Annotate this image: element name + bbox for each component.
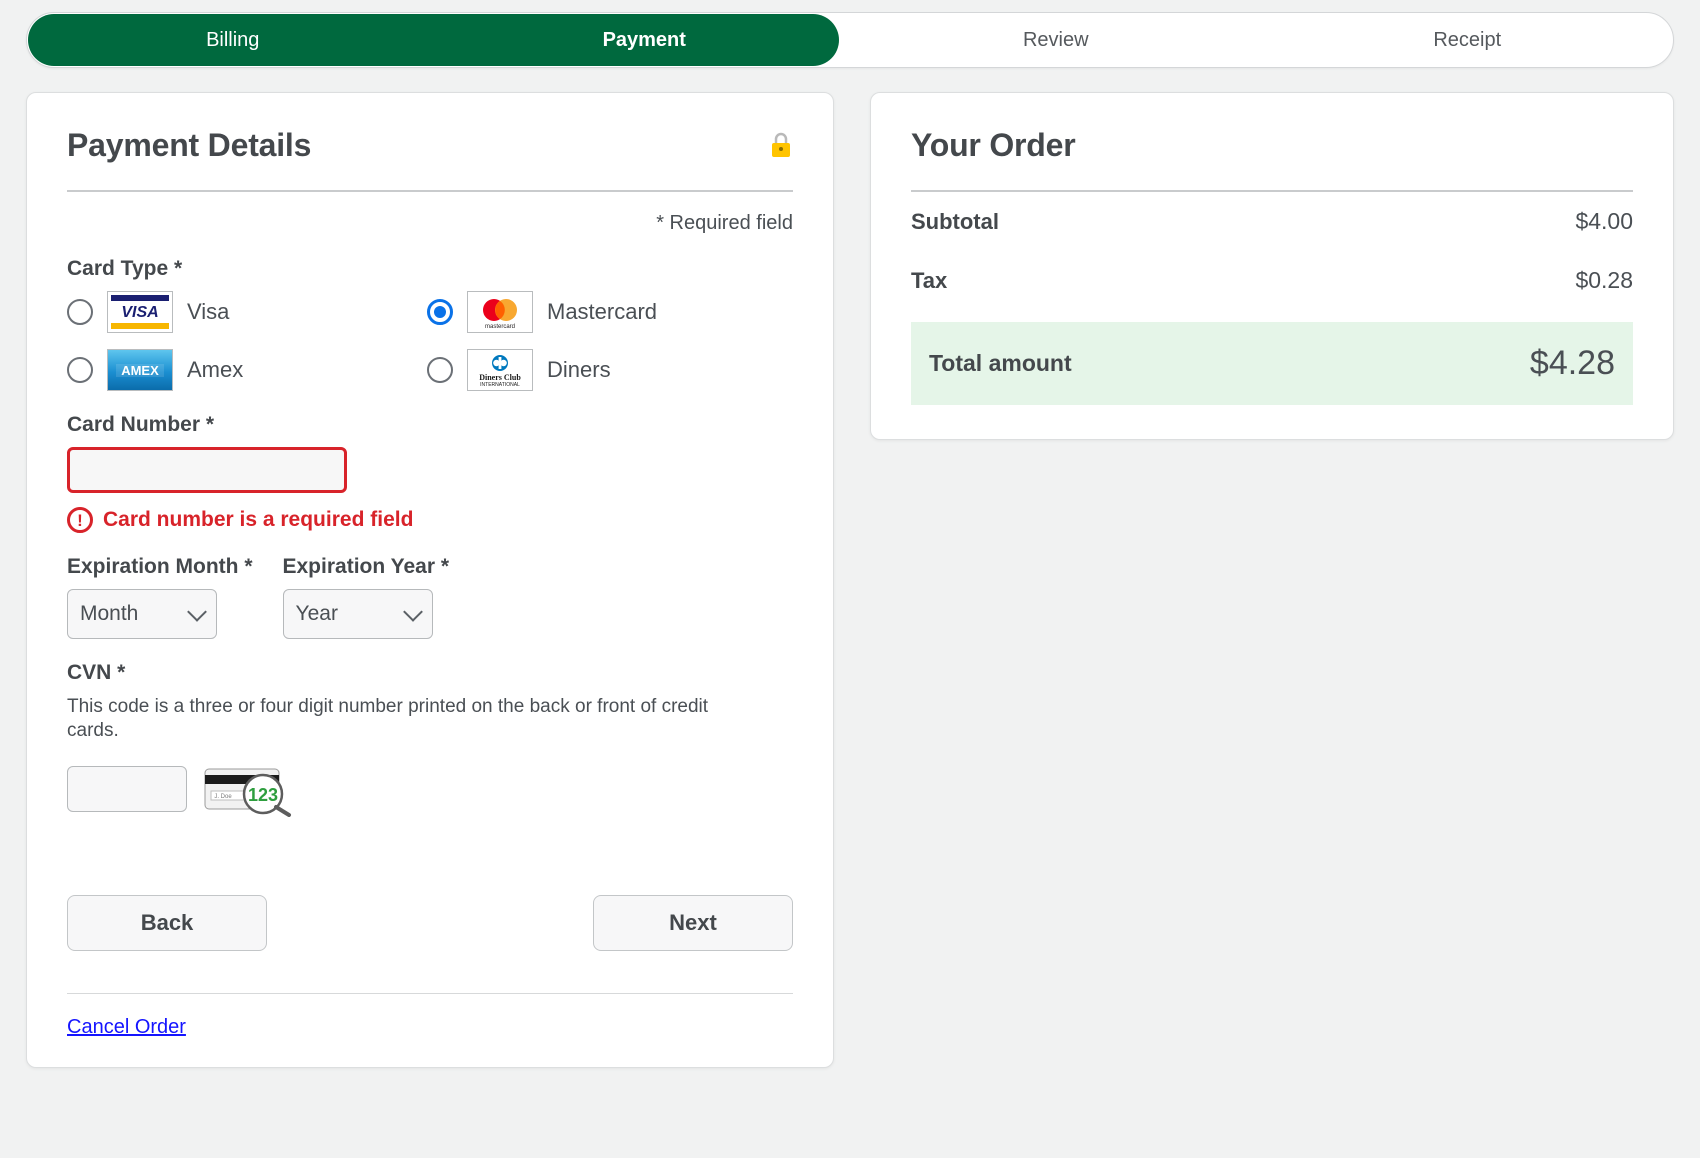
- visa-logo: VISA: [107, 291, 173, 333]
- cvn-row: J. Doe 123: [67, 761, 793, 817]
- cvn-card-hint-icon: J. Doe 123: [201, 761, 297, 817]
- svg-text:AMEX: AMEX: [121, 363, 159, 378]
- step-payment[interactable]: Payment: [439, 13, 851, 67]
- checkout-steps: Billing Payment Review Receipt: [26, 12, 1674, 68]
- diners-logo: Diners Club INTERNATIONAL: [467, 349, 533, 391]
- back-button[interactable]: Back: [67, 894, 267, 951]
- tax-value: $0.28: [1575, 267, 1633, 293]
- cancel-order-link[interactable]: Cancel Order: [67, 1016, 186, 1038]
- expiration-year-label: Expiration Year *: [282, 555, 450, 578]
- payment-details-card: Payment Details * Required field Card Ty…: [26, 92, 834, 1068]
- card-type-option-diners[interactable]: Diners Club INTERNATIONAL Diners: [427, 349, 793, 391]
- form-buttons: Back Next: [67, 894, 793, 951]
- card-number-error-text: Card number is a required field: [103, 508, 414, 531]
- header-divider: [67, 190, 793, 192]
- radio-visa[interactable]: [67, 299, 93, 325]
- card-type-option-mastercard[interactable]: mastercard Mastercard: [427, 291, 793, 333]
- card-type-label-mastercard: Mastercard: [547, 299, 658, 324]
- cvn-input[interactable]: [67, 765, 187, 812]
- payment-card-header: Payment Details: [67, 127, 793, 164]
- card-type-label-visa: Visa: [187, 299, 230, 324]
- card-number-error: ! Card number is a required field: [67, 507, 793, 533]
- page-title: Payment Details: [67, 127, 312, 163]
- radio-amex[interactable]: [67, 357, 93, 383]
- order-row-subtotal: Subtotal $4.00: [911, 192, 1633, 251]
- card-type-group: VISA Visa mastercard Mastercard AMEX Ame…: [67, 291, 793, 391]
- expiration-month-select[interactable]: Month: [67, 589, 217, 639]
- svg-text:J. Doe: J. Doe: [214, 794, 232, 800]
- subtotal-label: Subtotal: [910, 208, 999, 234]
- chevron-down-icon: [187, 602, 207, 622]
- card-type-option-amex[interactable]: AMEX Amex: [67, 349, 427, 391]
- card-type-label: Card Type *: [67, 257, 183, 280]
- order-summary-card: Your Order Subtotal $4.00 Tax $0.28 Tota…: [869, 92, 1674, 440]
- subtotal-value: $4.00: [1575, 208, 1633, 234]
- amex-logo: AMEX: [107, 349, 173, 391]
- svg-text:VISA: VISA: [121, 304, 158, 321]
- next-button[interactable]: Next: [592, 894, 793, 951]
- required-field-note: * Required field: [656, 212, 793, 234]
- lock-icon: [769, 131, 793, 163]
- expiration-month-field: Expiration Month * Month: [67, 555, 253, 639]
- cvn-label: CVN *: [67, 661, 126, 684]
- expiration-month-value: Month: [80, 602, 139, 625]
- radio-diners[interactable]: [427, 357, 453, 383]
- radio-mastercard[interactable]: [427, 299, 453, 325]
- checkout-page: Billing Payment Review Receipt Payment D…: [0, 0, 1700, 1158]
- svg-text:INTERNATIONAL: INTERNATIONAL: [480, 382, 520, 388]
- card-type-label-amex: Amex: [187, 357, 244, 382]
- svg-text:mastercard: mastercard: [485, 324, 515, 330]
- expiration-year-value: Year: [295, 602, 338, 625]
- checkout-columns: Payment Details * Required field Card Ty…: [26, 92, 1674, 1068]
- mastercard-logo: mastercard: [467, 291, 533, 333]
- footer-divider: [67, 992, 793, 994]
- cvn-hint-digits: 123: [248, 785, 278, 805]
- expiration-month-label: Expiration Month *: [67, 555, 253, 578]
- step-billing[interactable]: Billing: [27, 13, 439, 67]
- order-summary-title: Your Order: [910, 127, 1076, 163]
- total-amount-label: Total amount: [928, 350, 1072, 376]
- card-number-input[interactable]: [67, 447, 347, 493]
- step-receipt[interactable]: Receipt: [1262, 13, 1674, 67]
- card-type-label-diners: Diners: [547, 357, 611, 382]
- cvn-help-text: This code is a three or four digit numbe…: [67, 696, 709, 741]
- expiration-year-field: Expiration Year * Year: [282, 555, 450, 639]
- expiration-row: Expiration Month * Month Expiration Year…: [67, 555, 793, 639]
- error-icon: !: [67, 507, 93, 533]
- card-number-label: Card Number *: [67, 413, 215, 436]
- expiration-year-select[interactable]: Year: [282, 589, 433, 639]
- step-review[interactable]: Review: [850, 13, 1262, 67]
- tax-label: Tax: [910, 267, 948, 293]
- card-type-option-visa[interactable]: VISA Visa: [67, 291, 427, 333]
- order-row-tax: Tax $0.28: [911, 251, 1633, 310]
- svg-text:Diners Club: Diners Club: [479, 373, 521, 382]
- chevron-down-icon: [402, 602, 423, 622]
- total-amount-value: $4.28: [1529, 344, 1615, 382]
- order-row-total: Total amount $4.28: [910, 322, 1633, 405]
